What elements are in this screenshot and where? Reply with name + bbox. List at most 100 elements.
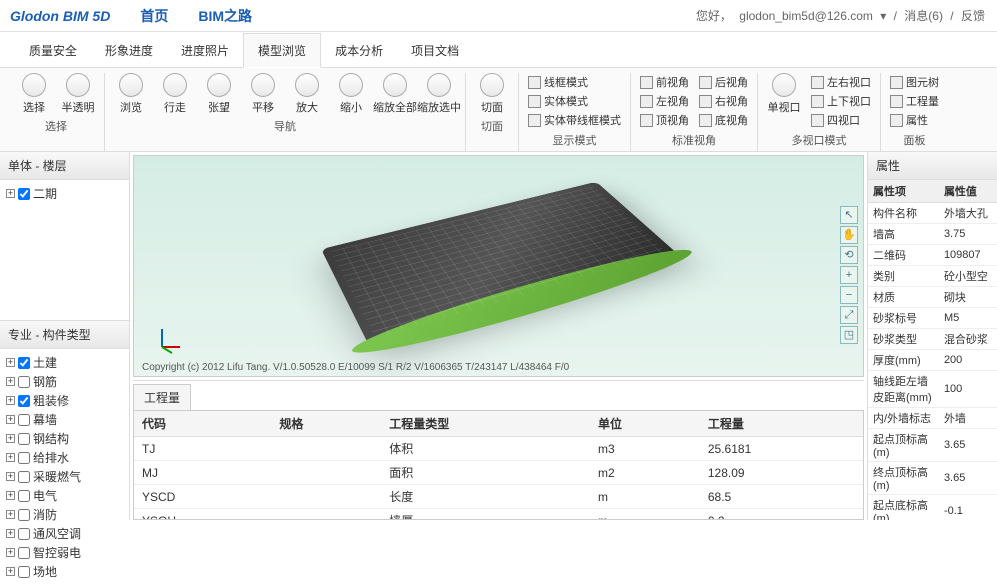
- vtool-zoom-out[interactable]: −: [840, 286, 858, 304]
- ribbon-small-btn[interactable]: 顶视角: [637, 111, 692, 129]
- tab-3[interactable]: 模型浏览: [243, 33, 321, 68]
- vtool-zoom-in[interactable]: +: [840, 266, 858, 284]
- tab-0[interactable]: 质量安全: [15, 34, 91, 67]
- ribbon-small-btn[interactable]: 上下视口: [808, 92, 874, 110]
- table-row[interactable]: 构件名称外墙大孔: [868, 203, 997, 224]
- tree-checkbox[interactable]: [18, 471, 30, 483]
- tree-checkbox[interactable]: [18, 566, 30, 578]
- ribbon-btn[interactable]: 选择: [14, 73, 54, 115]
- ribbon-btn[interactable]: 切面: [472, 73, 512, 115]
- expand-icon[interactable]: +: [6, 396, 15, 405]
- tree-checkbox[interactable]: [18, 376, 30, 388]
- table-row[interactable]: MJ面积m2128.09: [134, 461, 863, 485]
- ribbon-btn[interactable]: 缩小: [331, 73, 371, 115]
- vtool-arrow[interactable]: ↖: [840, 206, 858, 224]
- table-row[interactable]: TJ体积m325.6181: [134, 437, 863, 461]
- ribbon-btn[interactable]: 行走: [155, 73, 195, 115]
- ribbon-small-btn[interactable]: 左右视口: [808, 73, 874, 91]
- table-row[interactable]: 起点顶标高(m)3.65: [868, 429, 997, 462]
- tree-item[interactable]: +通风空调: [6, 524, 123, 543]
- table-row[interactable]: 起点底标高(m)-0.1: [868, 495, 997, 521]
- ribbon-small-btn[interactable]: 实体带线框模式: [525, 111, 624, 129]
- expand-icon[interactable]: +: [6, 358, 15, 367]
- table-row[interactable]: 内/外墙标志外墙: [868, 408, 997, 429]
- ribbon-btn[interactable]: 张望: [199, 73, 239, 115]
- ribbon-small-btn[interactable]: 工程量: [887, 92, 942, 110]
- tree-checkbox[interactable]: [18, 414, 30, 426]
- tree-checkbox[interactable]: [18, 528, 30, 540]
- messages-link[interactable]: 消息(6): [904, 9, 943, 23]
- table-row[interactable]: 厚度(mm)200: [868, 350, 997, 371]
- tree-checkbox[interactable]: [18, 509, 30, 521]
- expand-icon[interactable]: +: [6, 377, 15, 386]
- tree-checkbox[interactable]: [18, 452, 30, 464]
- expand-icon[interactable]: +: [6, 415, 15, 424]
- ribbon-small-btn[interactable]: 后视角: [696, 73, 751, 91]
- tree-item[interactable]: +采暖燃气: [6, 467, 123, 486]
- tab-2[interactable]: 进度照片: [167, 34, 243, 67]
- tree-checkbox[interactable]: [18, 357, 30, 369]
- table-row[interactable]: 类别砼小型空: [868, 266, 997, 287]
- expand-icon[interactable]: +: [6, 472, 15, 481]
- table-row[interactable]: YSQH墙厚m0.2: [134, 509, 863, 521]
- table-row[interactable]: 材质砌块: [868, 287, 997, 308]
- tree-item[interactable]: +钢筋: [6, 372, 123, 391]
- tree-item[interactable]: +场地: [6, 562, 123, 581]
- ribbon-btn[interactable]: 缩放选中: [419, 73, 459, 115]
- tree-item[interactable]: +电气: [6, 486, 123, 505]
- nav-home[interactable]: 首页: [140, 6, 168, 26]
- ribbon-small-btn[interactable]: 右视角: [696, 92, 751, 110]
- tree-checkbox[interactable]: [18, 395, 30, 407]
- tree-item[interactable]: +二期: [6, 184, 123, 203]
- expand-icon[interactable]: +: [6, 567, 15, 576]
- user-email[interactable]: glodon_bim5d@126.com: [739, 9, 873, 23]
- ribbon-btn[interactable]: 平移: [243, 73, 283, 115]
- tree-item[interactable]: +粗装修: [6, 391, 123, 410]
- expand-icon[interactable]: +: [6, 434, 15, 443]
- tab-1[interactable]: 形象进度: [91, 34, 167, 67]
- tree-checkbox[interactable]: [18, 188, 30, 200]
- table-row[interactable]: 墙高3.75: [868, 224, 997, 245]
- table-row[interactable]: 砂浆类型混合砂浆: [868, 329, 997, 350]
- table-row[interactable]: YSCD长度m68.5: [134, 485, 863, 509]
- expand-icon[interactable]: +: [6, 491, 15, 500]
- expand-icon[interactable]: +: [6, 510, 15, 519]
- tree-item[interactable]: +钢结构: [6, 429, 123, 448]
- ribbon-small-btn[interactable]: 底视角: [696, 111, 751, 129]
- dropdown-icon[interactable]: ▾: [880, 9, 886, 23]
- vtool-hand[interactable]: ✋: [840, 226, 858, 244]
- ribbon-small-btn[interactable]: 左视角: [637, 92, 692, 110]
- expand-icon[interactable]: +: [6, 529, 15, 538]
- expand-icon[interactable]: +: [6, 453, 15, 462]
- ribbon-small-btn[interactable]: 四视口: [808, 111, 874, 129]
- tree-item[interactable]: +智控弱电: [6, 543, 123, 562]
- ribbon-small-btn[interactable]: 属性: [887, 111, 942, 129]
- ribbon-small-btn[interactable]: 图元树: [887, 73, 942, 91]
- tab-5[interactable]: 项目文档: [397, 34, 473, 67]
- ribbon-small-btn[interactable]: 实体模式: [525, 92, 624, 110]
- vtool-orbit[interactable]: ⟲: [840, 246, 858, 264]
- table-row[interactable]: 砂浆标号M5: [868, 308, 997, 329]
- tree-item[interactable]: +幕墙: [6, 410, 123, 429]
- ribbon-small-btn[interactable]: 线框模式: [525, 73, 624, 91]
- tree-item[interactable]: +给排水: [6, 448, 123, 467]
- model-viewport[interactable]: ↖ ✋ ⟲ + − ⤢ ◳ Copyright (c) 2012 Lifu Ta…: [133, 155, 864, 377]
- qty-tab[interactable]: 工程量: [133, 384, 191, 410]
- vtool-cube[interactable]: ◳: [840, 326, 858, 344]
- ribbon-btn[interactable]: 半透明: [58, 73, 98, 115]
- expand-icon[interactable]: +: [6, 548, 15, 557]
- tree-checkbox[interactable]: [18, 547, 30, 559]
- table-row[interactable]: 轴线距左墙皮距离(mm)100: [868, 371, 997, 408]
- table-row[interactable]: 二维码109807: [868, 245, 997, 266]
- feedback-link[interactable]: 反馈: [961, 9, 985, 23]
- vtool-fit[interactable]: ⤢: [840, 306, 858, 324]
- tree-checkbox[interactable]: [18, 433, 30, 445]
- ribbon-btn[interactable]: 单视口: [764, 73, 804, 115]
- tree-item[interactable]: +消防: [6, 505, 123, 524]
- nav-bim-road[interactable]: BIM之路: [198, 6, 252, 26]
- table-row[interactable]: 终点顶标高(m)3.65: [868, 462, 997, 495]
- expand-icon[interactable]: +: [6, 189, 15, 198]
- ribbon-btn[interactable]: 缩放全部: [375, 73, 415, 115]
- tab-4[interactable]: 成本分析: [321, 34, 397, 67]
- tree-item[interactable]: +土建: [6, 353, 123, 372]
